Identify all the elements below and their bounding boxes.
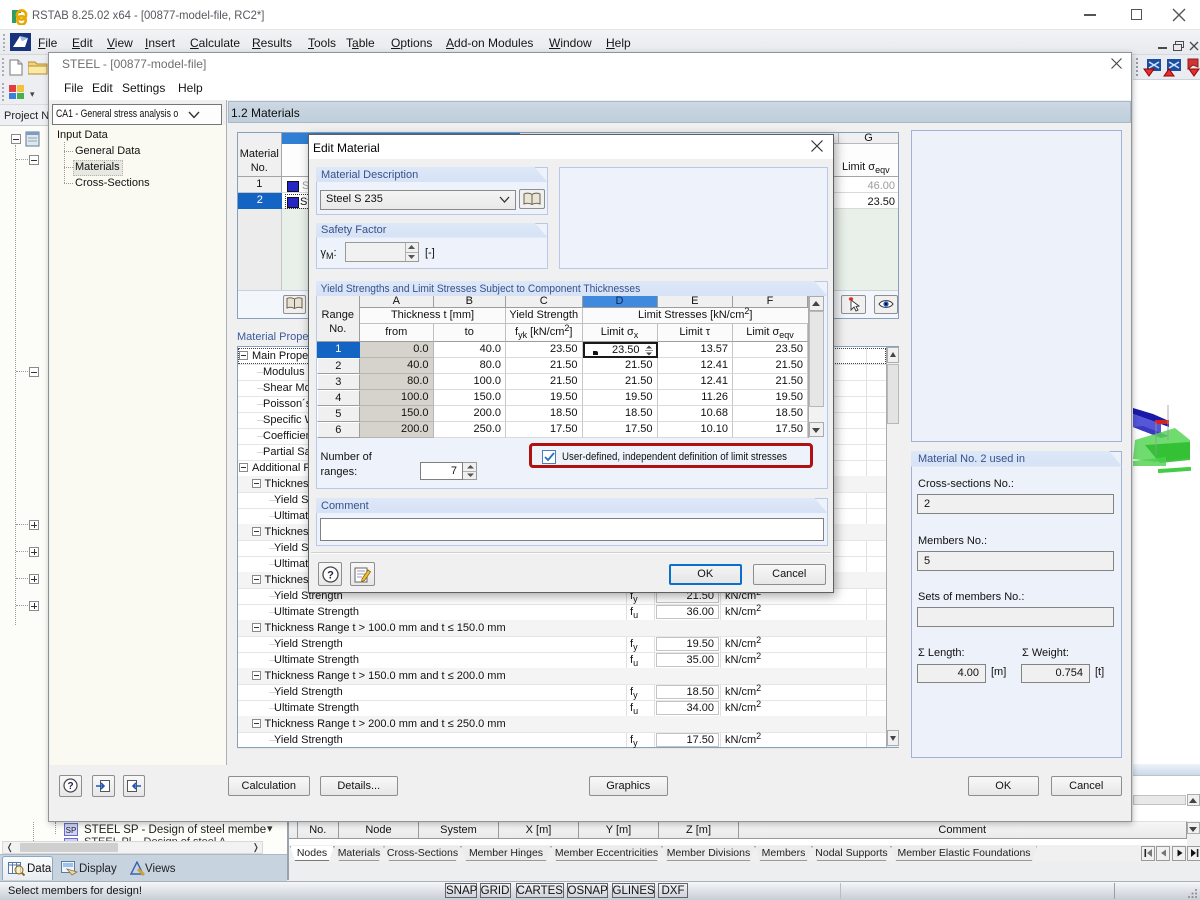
svg-text:?: ?: [327, 569, 334, 581]
